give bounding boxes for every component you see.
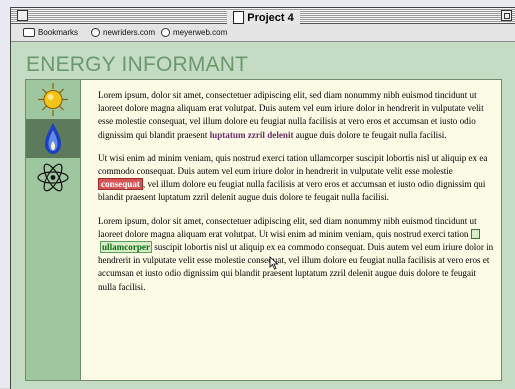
article-text: Lorem ipsum, dolor sit amet, consectetue… — [98, 89, 494, 304]
paragraph: Lorem ipsum, dolor sit amet, consectetue… — [98, 215, 494, 294]
icon-cell-flame — [26, 119, 80, 158]
bookmark-link-meyerweb[interactable]: meyerweb.com — [161, 28, 227, 37]
flame-icon — [45, 123, 61, 154]
inline-link[interactable]: luptatum zzril delenit — [210, 130, 294, 140]
paragraph: Ut wisi enim ad minim veniam, quis nostr… — [98, 152, 494, 205]
link-ullamcorper[interactable]: ullamcorper — [100, 241, 152, 254]
page-title: ENERGY INFORMANT — [26, 53, 249, 76]
globe-icon — [91, 28, 100, 37]
paragraph: Lorem ipsum, dolor sit amet, consectetue… — [98, 89, 494, 142]
window-title-wrap: Project 4 — [11, 8, 515, 26]
atom-icon — [37, 163, 69, 192]
browser-window: Project 4 Bookmarks newriders.com meyerw… — [10, 7, 515, 389]
mouse-pointer-icon — [269, 256, 279, 270]
window-title-text: Project 4 — [247, 12, 294, 24]
note-icon — [470, 228, 480, 239]
icon-cell-sun — [26, 80, 80, 119]
content-frame: Lorem ipsum, dolor sit amet, consectetue… — [25, 79, 502, 381]
title-bar[interactable]: Project 4 — [11, 8, 515, 26]
icon-column — [26, 80, 81, 380]
zoom-box[interactable] — [501, 10, 512, 21]
globe-icon — [161, 28, 170, 37]
document-icon — [233, 10, 245, 24]
bookmarks-icon — [23, 28, 35, 37]
paragraph-text: augue duis dolore te feugait nulla facil… — [293, 129, 447, 140]
personal-toolbar: Bookmarks newriders.com meyerweb.com — [11, 24, 515, 42]
web-page: ENERGY INFORMANT Lorem ipsum, dolor sit … — [11, 42, 515, 389]
sun-icon — [38, 83, 68, 116]
icon-cell-atom — [26, 158, 80, 197]
bookmarks-button[interactable]: Bookmarks — [23, 28, 78, 37]
paragraph-text: Ut wisi enim ad minim veniam, quis nostr… — [98, 152, 488, 177]
bookmark-link-label: meyerweb.com — [173, 28, 228, 37]
hovered-link-consequat[interactable]: consequat — [98, 178, 143, 191]
paragraph-text: , vel illum dolore eu feugiat nulla faci… — [98, 179, 486, 203]
paragraph-text: suscipit lobortis nisl ut aliquip ex ea … — [98, 242, 494, 292]
bookmark-link-label: newriders.com — [103, 28, 156, 37]
bookmarks-label: Bookmarks — [38, 28, 79, 37]
paragraph-text: Lorem ipsum, dolor sit amet, consectetue… — [98, 215, 477, 239]
bookmark-link-newriders[interactable]: newriders.com — [91, 28, 155, 37]
